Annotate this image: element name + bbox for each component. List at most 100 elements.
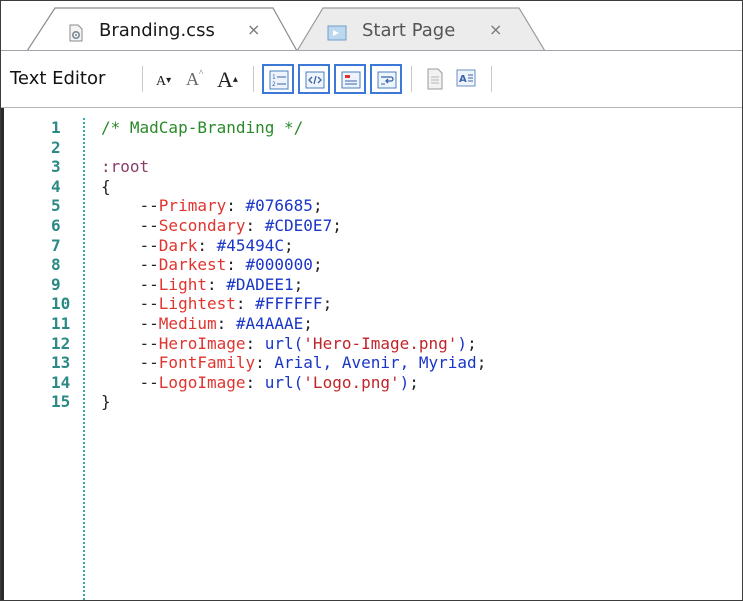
line-number: 12 (51, 333, 71, 353)
highlight-line-icon (341, 71, 361, 89)
code-token: #076685 (245, 196, 313, 216)
code-token: Light (158, 274, 207, 294)
tab-strip-divider (1, 50, 742, 51)
code-token: ; (322, 294, 333, 314)
editor-window: Branding.css × Start Page × Text Editor … (0, 0, 743, 601)
code-token: 'Hero-Image.png' (303, 333, 458, 353)
code-token: Dark (158, 235, 198, 255)
grow-font-button[interactable]: A^ (186, 68, 203, 90)
code-token: ; (312, 196, 323, 216)
editor-left-border (1, 108, 4, 600)
code-token: #45494C (216, 235, 285, 255)
gutter-divider (83, 118, 85, 600)
code-token: HeroImage (158, 333, 246, 353)
tab-close-button[interactable]: × (489, 20, 502, 39)
code-text: --HeroImage: url('Hero-Image.png'); (101, 334, 477, 354)
code-token: Lightest (158, 294, 236, 314)
line-number: 14 (51, 372, 71, 392)
svg-text:1: 1 (272, 74, 276, 81)
code-text: --LogoImage: url('Logo.png'); (101, 373, 419, 393)
code-token: ; (476, 353, 487, 373)
code-token: url( (264, 372, 304, 392)
code-token: LogoImage (158, 372, 246, 392)
tab-start-page[interactable]: Start Page × (297, 7, 547, 51)
line-numbers-icon: 1 2 (269, 70, 289, 90)
code-token: -- (139, 333, 159, 353)
code-token: : (216, 313, 236, 333)
code-token: : (245, 333, 265, 353)
code-token: /* MadCap-Branding */ (101, 118, 304, 137)
line-number: 2 (51, 137, 61, 157)
code-text: --Primary: #076685; (101, 196, 323, 216)
toolbar-separator (491, 66, 492, 92)
code-token: -- (139, 313, 159, 333)
tab-close-button[interactable]: × (247, 20, 260, 39)
line-number: 4 (51, 176, 61, 196)
svg-text:2: 2 (272, 81, 276, 88)
code-editor[interactable]: 1/* MadCap-Branding */2 3:root 4{5 --Prima… (1, 108, 742, 600)
code-token: ; (409, 372, 419, 392)
code-text: /* MadCap-Branding */ (101, 118, 303, 138)
code-text: --FontFamily: Arial, Avenir, Myriad; (101, 353, 487, 373)
word-wrap-button[interactable] (370, 64, 402, 94)
line-number: 8 (51, 255, 61, 275)
code-token: -- (139, 372, 159, 392)
code-token: : (245, 215, 265, 235)
line-number: 6 (51, 215, 61, 235)
code-token: : (206, 274, 227, 294)
increase-font-button[interactable]: A▴ (217, 67, 238, 93)
line-number: 3 (51, 157, 61, 177)
toolbar-title: Text Editor (10, 68, 106, 89)
code-text: --Light: #DADEE1; (101, 274, 304, 295)
toolbar-separator (253, 66, 254, 92)
code-token: : (235, 294, 256, 314)
code-text: --Medium: #A4AAAE; (101, 314, 313, 334)
code-token: Medium (158, 313, 217, 333)
code-token: } (101, 392, 111, 412)
code-text: --Secondary: #CDE0E7; (101, 216, 342, 236)
text-editor-toolbar: Text Editor A▾ A^ A▴ 1 2 A (1, 52, 742, 108)
line-number: 7 (51, 235, 61, 255)
line-numbers-button[interactable]: 1 2 (262, 64, 294, 94)
font-format-button[interactable]: A (451, 64, 483, 94)
code-token: Darkest (158, 255, 227, 275)
code-token: : (255, 353, 275, 373)
code-token: : (226, 196, 246, 216)
code-view-button[interactable] (298, 64, 330, 94)
code-token: : (245, 372, 265, 392)
code-token: Primary (158, 196, 227, 216)
document-icon (427, 68, 443, 90)
code-token: ; (332, 215, 342, 235)
svg-text:A: A (459, 74, 467, 85)
code-token: 'Logo.png' (303, 372, 400, 392)
code-token: Arial, Avenir, Myriad (274, 353, 477, 373)
code-text: --Darkest: #000000; (101, 255, 323, 275)
decrease-font-button[interactable]: A▾ (156, 74, 171, 90)
code-token: :root (101, 157, 150, 177)
code-token: Secondary (158, 215, 246, 235)
code-token: -- (139, 215, 159, 235)
code-token: #FFFFFF (255, 294, 323, 314)
code-token: ; (284, 235, 294, 255)
toolbar-separator (411, 66, 412, 92)
tab-label: Branding.css (99, 20, 215, 41)
document-button[interactable] (420, 64, 452, 94)
code-token: -- (139, 196, 159, 216)
code-token: -- (139, 235, 159, 255)
code-text: :root (101, 157, 149, 177)
code-token: ) (457, 333, 468, 353)
line-number: 11 (51, 313, 71, 333)
line-number: 9 (51, 274, 61, 294)
start-page-icon (327, 24, 347, 42)
line-number: 10 (51, 294, 71, 314)
code-token: ; (312, 255, 323, 275)
code-token: #CDE0E7 (264, 215, 333, 235)
highlight-line-button[interactable] (334, 64, 366, 94)
line-number: 1 (51, 118, 61, 137)
code-token: FontFamily (158, 353, 256, 373)
tab-branding-css[interactable]: Branding.css × (27, 7, 297, 51)
code-text: { (101, 177, 111, 197)
code-token: -- (139, 274, 159, 294)
code-token: { (101, 176, 111, 196)
code-token: #000000 (245, 255, 313, 275)
